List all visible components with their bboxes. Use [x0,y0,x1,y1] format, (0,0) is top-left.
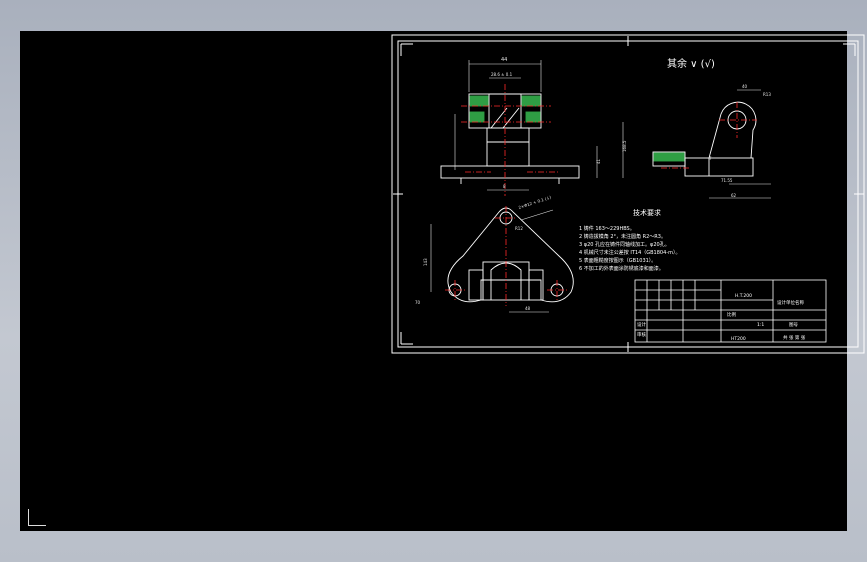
tech-req-item: 6 不加工的外表面涂防锈底漆和面漆。 [579,265,664,272]
dim-plan-w: 48 [525,306,531,311]
tech-req-list: 1 铸件 163～229HBS。 2 铸造拔模角 2°，未注圆角 R2～R3。 … [579,225,680,272]
plan-view [430,207,574,313]
title-checker: 审核 [637,331,646,338]
dim-top-width: 44 [501,57,507,63]
title-scale-label: 比例 [727,311,736,318]
title-bottom: 共 张 第 张 [783,334,806,341]
title-drawing-no: 图号 [789,322,798,328]
dim-side-h: 7 [709,156,712,161]
title-part-name: H.T.200 [735,293,752,299]
tech-req-item: 3 φ20 孔应在铸件同轴线加工。φ20孔。 [579,241,670,248]
dim-height-right: 41 [596,158,601,164]
ucs-icon [28,509,46,526]
side-view [652,89,771,199]
dim-side-base: 62 [731,193,737,198]
dim-top-sub: 28.6 ± 0.1 [491,72,513,77]
dim-height-main: 168.5 [622,140,627,152]
dim-side-len: 71.55 [721,178,733,183]
drawing-svg: 其余 ∨ (√) 44 28.6 ± 0.1 168.5 41 8 40 R13… [391,34,865,354]
title-material: HT200 [731,336,746,342]
model-space-viewport[interactable]: 其余 ∨ (√) 44 28.6 ± 0.1 168.5 41 8 40 R13… [20,31,865,531]
dim-plan-len: 143 [423,258,428,266]
title-company: 设计单位名称 [777,299,804,306]
tech-req-item: 4 机械尺寸未注公差按 IT14（GB1804-m）。 [579,249,680,256]
dim-plan-h: 70 [415,300,421,305]
title-scale-value: 1:1 [757,322,764,328]
tech-req-item: 2 铸造拔模角 2°，未注圆角 R2～R3。 [579,233,666,240]
title-designer: 设计 [637,321,646,328]
tech-req-item: 1 铸件 163～229HBS。 [579,225,635,232]
dim-side-top: 40 [742,84,748,89]
dim-plan-angle: 2×Φ12 + 0.1 (↓) [518,195,552,210]
title-block [634,279,827,343]
dim-plan-r: R12 [515,226,523,231]
drawing-sheet[interactable]: 其余 ∨ (√) 44 28.6 ± 0.1 168.5 41 8 40 R13… [391,34,866,354]
dim-side-r: R13 [763,92,771,97]
tech-req-title: 技术要求 [633,208,661,217]
roughness-note: 其余 ∨ (√) [667,57,715,70]
front-view [440,60,624,191]
tech-req-item: 5 表面粗糙度按图示（GB1031）。 [579,257,656,264]
dim-base-thk: 8 [503,184,506,189]
